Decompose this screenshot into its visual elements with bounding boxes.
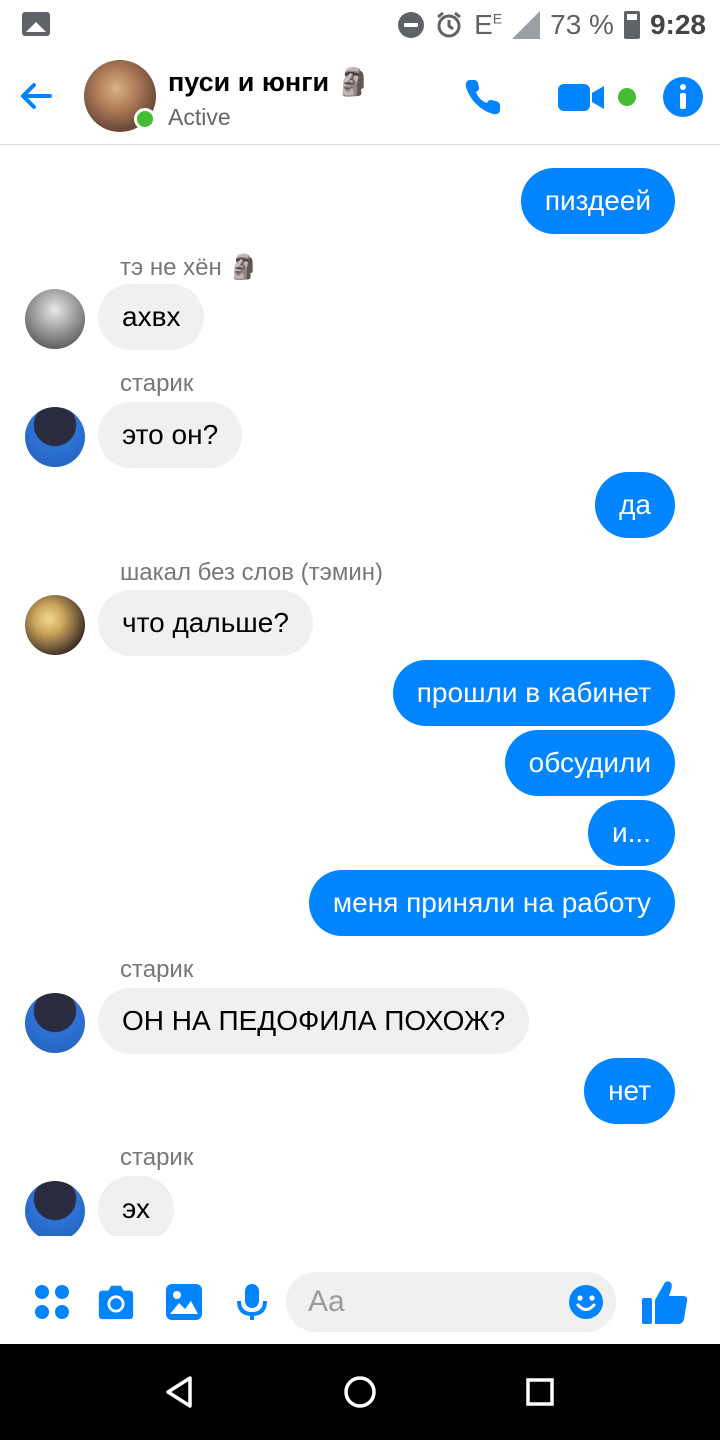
active-status-label: Active <box>168 104 231 130</box>
battery-percent: 73 % <box>550 9 614 40</box>
alarm-icon <box>437 11 462 38</box>
sender-name: старик <box>120 1144 194 1171</box>
sender-avatar[interactable] <box>25 407 85 467</box>
message-bubble-incoming[interactable]: что дальше? <box>98 590 313 656</box>
camera-icon[interactable] <box>96 1282 136 1322</box>
system-navigation-bar <box>0 1344 720 1440</box>
emoji-icon[interactable] <box>568 1284 604 1320</box>
active-status-dot <box>134 108 156 130</box>
message-bubble-outgoing[interactable]: меня приняли на работу <box>308 870 675 936</box>
message-bubble-outgoing[interactable]: и... <box>588 800 675 866</box>
message-input-placeholder: Aa <box>308 1285 345 1318</box>
message-bubble-outgoing[interactable]: да <box>595 472 675 538</box>
network-type: EE <box>474 9 503 40</box>
message-bubble-outgoing[interactable]: обсудили <box>504 730 675 796</box>
status-icons: EE 73 % 9:28 <box>398 6 706 44</box>
phone-icon[interactable] <box>462 76 508 118</box>
message-bubble-outgoing[interactable]: нет <box>584 1058 675 1124</box>
thumbs-up-icon[interactable] <box>640 1278 690 1326</box>
message-bubble-incoming[interactable]: ахвх <box>98 284 205 350</box>
video-active-dot <box>618 88 636 106</box>
message-bubble-outgoing[interactable]: пиздеей <box>520 168 675 234</box>
apps-grid-icon[interactable] <box>32 1282 72 1322</box>
sender-name: старик <box>120 956 194 983</box>
dnd-icon <box>398 12 425 38</box>
battery-icon <box>623 11 640 39</box>
sender-avatar[interactable] <box>25 1181 85 1236</box>
back-arrow-icon[interactable] <box>16 76 56 116</box>
message-bubble-incoming[interactable]: ОН НА ПЕДОФИЛА ПОХОЖ? <box>98 988 530 1054</box>
sender-name: старик <box>120 370 194 397</box>
video-camera-icon[interactable] <box>556 76 606 118</box>
status-bar: EE 73 % 9:28 <box>0 0 720 50</box>
message-composer: Aa <box>0 1258 720 1344</box>
microphone-icon[interactable] <box>232 1282 272 1322</box>
back-triangle-icon[interactable] <box>160 1372 200 1412</box>
clock: 9:28 <box>649 9 706 40</box>
signal-icon <box>512 11 541 39</box>
sender-avatar[interactable] <box>25 595 85 655</box>
image-icon[interactable] <box>164 1282 204 1322</box>
gallery-icon <box>22 12 50 36</box>
conversation-title[interactable]: пуси и юнги 🗿 <box>168 66 370 98</box>
message-bubble-incoming[interactable]: это он? <box>98 402 243 468</box>
info-icon[interactable] <box>662 76 704 118</box>
sender-name: тэ не хён 🗿 <box>120 254 259 281</box>
message-bubble-incoming[interactable]: эх <box>98 1176 174 1236</box>
message-input[interactable]: Aa <box>286 1272 616 1332</box>
message-list[interactable]: пиздеей тэ не хён 🗿 ахвх старик это он? … <box>0 146 720 1236</box>
recents-square-icon[interactable] <box>520 1372 560 1412</box>
sender-avatar[interactable] <box>25 993 85 1053</box>
sender-avatar[interactable] <box>25 289 85 349</box>
home-circle-icon[interactable] <box>340 1372 380 1412</box>
conversation-header: пуси и юнги 🗿 Active <box>0 50 720 145</box>
message-bubble-outgoing[interactable]: прошли в кабинет <box>392 660 675 726</box>
sender-name: шакал без слов (тэмин) <box>120 559 384 586</box>
